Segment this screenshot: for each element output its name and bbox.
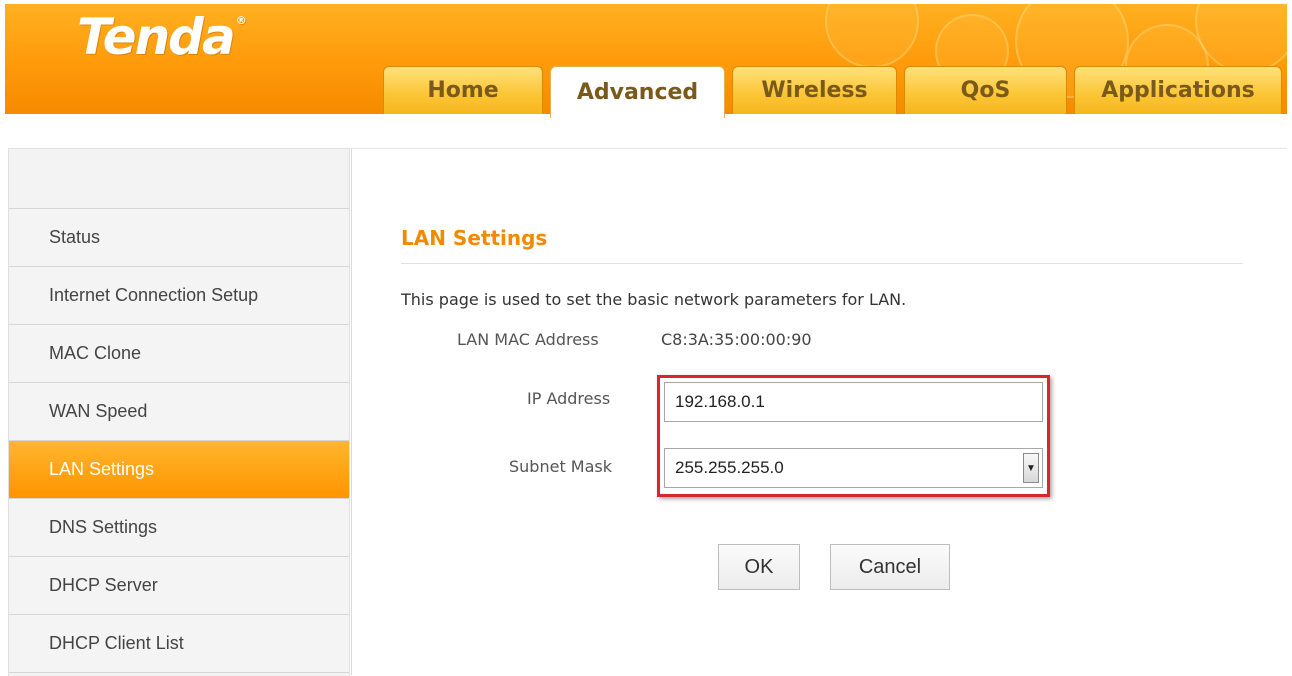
- page-title: LAN Settings: [401, 226, 548, 250]
- decorative-bubble: [825, 4, 919, 68]
- tab-qos[interactable]: QoS: [904, 66, 1067, 114]
- sidebar-item-label: MAC Clone: [49, 343, 142, 363]
- sidebar-item-label: DHCP Client List: [49, 633, 184, 653]
- sidebar-item-wan-speed[interactable]: WAN Speed: [9, 383, 349, 441]
- ip-address-label: IP Address: [527, 389, 611, 408]
- subnet-mask-label: Subnet Mask: [509, 457, 613, 476]
- tab-advanced[interactable]: Advanced: [550, 66, 725, 118]
- sidebar-item-label: DHCP Server: [49, 575, 158, 595]
- sidebar-item-label: Internet Connection Setup: [49, 285, 259, 305]
- cancel-button-label: Cancel: [858, 555, 922, 578]
- sidebar-item-dhcp-client-list[interactable]: DHCP Client List: [9, 615, 349, 673]
- sidebar-header: [9, 149, 349, 209]
- tenda-logo: Tenda ®: [77, 8, 247, 66]
- page-description: This page is used to set the basic netwo…: [401, 290, 907, 309]
- sidebar-item-label: LAN Settings: [49, 459, 155, 479]
- sidebar-divider: [351, 148, 352, 675]
- mac-address-value: C8:3A:35:00:00:90: [661, 330, 812, 349]
- tab-advanced-label: Advanced: [576, 80, 699, 105]
- ok-button-label: OK: [744, 555, 774, 578]
- logo-text: Tenda: [77, 8, 236, 66]
- ip-address-input[interactable]: 192.168.0.1: [664, 382, 1043, 422]
- sidebar-item-label: Status: [49, 227, 101, 247]
- sidebar-item-dns-settings[interactable]: DNS Settings: [9, 499, 349, 557]
- sidebar-item-dhcp-server[interactable]: DHCP Server: [9, 557, 349, 615]
- content-top-divider: [352, 148, 1287, 149]
- registered-mark: ®: [235, 14, 247, 27]
- mac-address-label: LAN MAC Address: [457, 330, 599, 349]
- tab-home[interactable]: Home: [383, 66, 543, 114]
- subnet-mask-select[interactable]: 255.255.255.0 ▼: [664, 448, 1043, 488]
- subnet-mask-value: 255.255.255.0: [675, 458, 784, 477]
- sidebar-item-label: WAN Speed: [49, 401, 148, 421]
- ip-address-value: 192.168.0.1: [675, 392, 765, 411]
- sidebar-item-lan-settings[interactable]: LAN Settings: [9, 441, 349, 499]
- title-divider: [401, 263, 1243, 264]
- tab-home-label: Home: [427, 78, 499, 103]
- sidebar-item-label: DNS Settings: [49, 517, 158, 537]
- tab-wireless-label: Wireless: [761, 78, 868, 103]
- tab-wireless[interactable]: Wireless: [732, 66, 897, 114]
- tab-qos-label: QoS: [960, 78, 1011, 103]
- tab-applications-label: Applications: [1101, 78, 1255, 103]
- ok-button[interactable]: OK: [718, 544, 800, 590]
- sidebar: Status Internet Connection Setup MAC Clo…: [8, 148, 350, 676]
- dropdown-arrow-icon[interactable]: ▼: [1023, 453, 1039, 483]
- sidebar-item-mac-clone[interactable]: MAC Clone: [9, 325, 349, 383]
- sidebar-item-status[interactable]: Status: [9, 209, 349, 267]
- tab-applications[interactable]: Applications: [1074, 66, 1282, 114]
- sidebar-item-internet-connection-setup[interactable]: Internet Connection Setup: [9, 267, 349, 325]
- cancel-button[interactable]: Cancel: [830, 544, 950, 590]
